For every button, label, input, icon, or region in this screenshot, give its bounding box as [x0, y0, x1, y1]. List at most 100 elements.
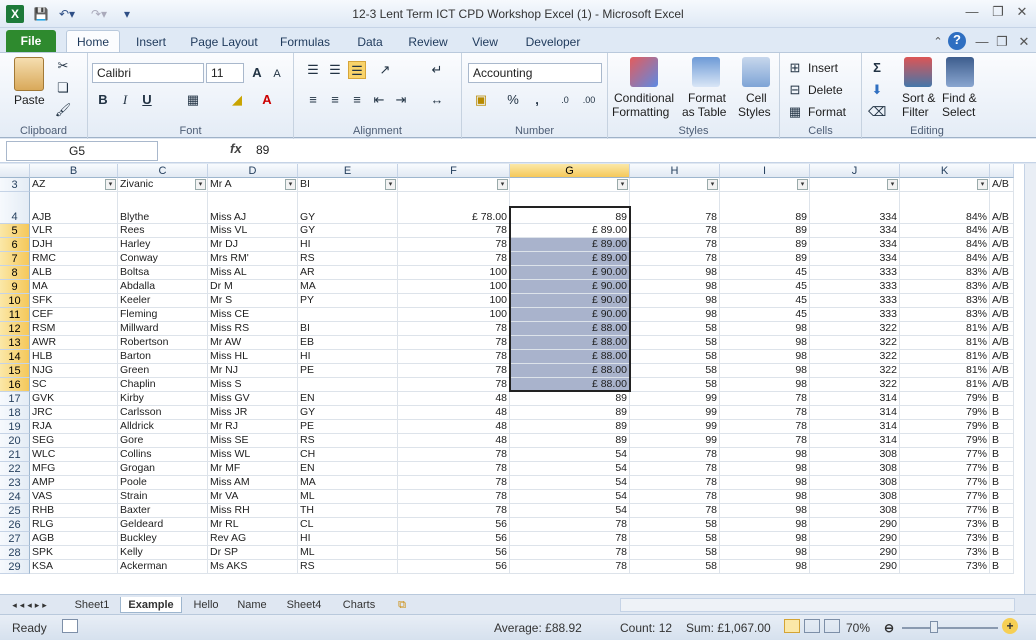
filter-dropdown-icon[interactable]: ▾ — [105, 179, 116, 190]
cell[interactable]: 333 — [810, 294, 900, 308]
cell[interactable]: Strain — [118, 490, 208, 504]
row-header[interactable]: 28 — [0, 546, 30, 560]
cell[interactable]: 73% — [900, 532, 990, 546]
cell[interactable]: 78 — [630, 490, 720, 504]
cell[interactable]: 3▾ — [810, 178, 900, 192]
cell[interactable]: Mr RJ — [208, 420, 298, 434]
cell[interactable]: 290 — [810, 532, 900, 546]
cell[interactable]: Millward — [118, 322, 208, 336]
zoom-out-icon[interactable]: ⊖ — [884, 621, 894, 635]
cell[interactable]: 98 — [720, 322, 810, 336]
cell[interactable]: Keeler — [118, 294, 208, 308]
row-header[interactable]: 12 — [0, 322, 30, 336]
number-format-select[interactable]: Accounting — [468, 63, 602, 83]
cell[interactable]: ML — [298, 546, 398, 560]
cell[interactable]: Miss JR — [208, 406, 298, 420]
currency-icon[interactable]: ▣ — [472, 91, 490, 109]
cell[interactable]: A/B — [990, 238, 1014, 252]
cell[interactable]: 73% — [900, 546, 990, 560]
cell[interactable]: ▾ — [398, 178, 510, 192]
decrease-decimal-icon[interactable]: .00 — [580, 91, 598, 109]
cell[interactable]: RJA — [30, 420, 118, 434]
cell[interactable] — [298, 308, 398, 322]
cell[interactable]: 78 — [398, 252, 510, 266]
cell[interactable]: 89 — [510, 434, 630, 448]
tab-home[interactable]: Home — [66, 30, 120, 54]
cell[interactable]: 84% — [900, 252, 990, 266]
cell[interactable]: 58 — [630, 560, 720, 574]
cell[interactable]: £ 89.00 — [510, 238, 630, 252]
sort-filter-icon[interactable] — [904, 57, 932, 87]
cell[interactable]: 84% — [900, 192, 990, 224]
format-painter-icon[interactable]: 🖌 — [54, 101, 72, 119]
column-header-b[interactable]: B — [30, 164, 118, 178]
filter-dropdown-icon[interactable]: ▾ — [497, 179, 508, 190]
cell[interactable]: Miss HL — [208, 350, 298, 364]
page-layout-view-icon[interactable] — [804, 619, 820, 633]
cell[interactable]: 308 — [810, 448, 900, 462]
column-header-i[interactable]: I — [720, 164, 810, 178]
cell[interactable]: £ 88.00 — [510, 364, 630, 378]
cell[interactable]: 78 — [630, 224, 720, 238]
cell[interactable]: 78 — [398, 336, 510, 350]
cell[interactable]: 78 — [398, 350, 510, 364]
cell[interactable]: 78 — [398, 448, 510, 462]
cell[interactable]: Miss WL — [208, 448, 298, 462]
cell[interactable]: Alldrick — [118, 420, 208, 434]
cell[interactable]: 98 — [720, 532, 810, 546]
row-header[interactable]: 21 — [0, 448, 30, 462]
cell[interactable]: A/B — [990, 178, 1014, 192]
doc-restore-icon[interactable]: ❐ — [992, 34, 1012, 50]
cell-styles-icon[interactable] — [742, 57, 770, 87]
cell[interactable]: A/B — [990, 378, 1014, 392]
cell[interactable]: 333 — [810, 308, 900, 322]
row-header[interactable]: 9 — [0, 280, 30, 294]
cell[interactable]: 99 — [630, 420, 720, 434]
row-header[interactable]: 7 — [0, 252, 30, 266]
cell[interactable]: Miss AJ — [208, 192, 298, 224]
cell[interactable]: £ 89.00 — [510, 252, 630, 266]
sheet-tab-sheet4[interactable]: Sheet4 — [278, 597, 330, 613]
cell[interactable]: VAS — [30, 490, 118, 504]
cell[interactable]: CL — [298, 518, 398, 532]
cell[interactable]: £ 90.00 — [510, 294, 630, 308]
cut-icon[interactable]: ✂ — [54, 57, 72, 75]
cell[interactable]: 89 — [720, 252, 810, 266]
cell[interactable]: MFG — [30, 462, 118, 476]
cell[interactable]: A/B — [990, 336, 1014, 350]
cell[interactable]: 98 — [630, 280, 720, 294]
cell[interactable]: 48 — [398, 420, 510, 434]
cell[interactable]: 79% — [900, 406, 990, 420]
cell[interactable]: RLG — [30, 518, 118, 532]
cell[interactable]: B — [990, 462, 1014, 476]
clear-icon[interactable]: ⌫ — [868, 103, 886, 121]
cell[interactable]: 99 — [630, 406, 720, 420]
cell[interactable]: 322 — [810, 322, 900, 336]
cell[interactable]: 98 — [720, 336, 810, 350]
horizontal-scrollbar[interactable] — [620, 598, 1015, 612]
cell[interactable]: 48 — [398, 434, 510, 448]
cell[interactable]: 84% — [900, 224, 990, 238]
row-header[interactable]: 25 — [0, 504, 30, 518]
vertical-scrollbar[interactable] — [1024, 164, 1036, 594]
restore-icon[interactable]: ❐ — [988, 4, 1008, 20]
filter-dropdown-icon[interactable]: ▾ — [617, 179, 628, 190]
insert-function-icon[interactable]: fx — [230, 141, 242, 156]
cell[interactable]: 77% — [900, 490, 990, 504]
decrease-indent-icon[interactable]: ⇤ — [370, 91, 388, 109]
sheet-tab-name[interactable]: Name — [230, 597, 274, 613]
cell[interactable]: 89 — [720, 238, 810, 252]
cell[interactable]: 54 — [510, 476, 630, 490]
cell[interactable]: Mr MF — [208, 462, 298, 476]
cell[interactable]: 89 — [720, 224, 810, 238]
new-sheet-icon[interactable]: ⧉ — [392, 597, 412, 613]
cell[interactable]: 56 — [398, 546, 510, 560]
sheet-nav-icon[interactable]: ◂◂◂▸▸ — [6, 597, 56, 613]
cell-styles-button[interactable]: Cell — [746, 91, 767, 105]
cell[interactable]: 78 — [398, 490, 510, 504]
cell[interactable]: 314 — [810, 406, 900, 420]
cell[interactable]: 78 — [398, 224, 510, 238]
tab-file[interactable]: File — [6, 30, 56, 52]
name-box[interactable]: G5 — [6, 141, 158, 161]
cell[interactable]: 58 — [630, 350, 720, 364]
